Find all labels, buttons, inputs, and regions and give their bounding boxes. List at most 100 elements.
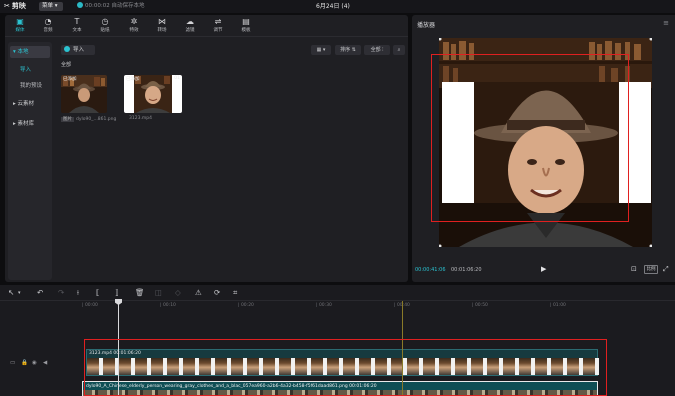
sort-button[interactable]: 排序 ⇅ bbox=[335, 45, 361, 55]
menu-button[interactable]: 菜单 ▾ bbox=[39, 2, 63, 11]
chevron-down-icon[interactable]: ▾ bbox=[18, 290, 21, 296]
filmstrip-frame bbox=[519, 358, 531, 375]
media-item-image[interactable]: 已添加 bbox=[61, 75, 107, 113]
tab-effects[interactable]: ✲ 特效 bbox=[121, 17, 147, 36]
time-ruler[interactable]: | 00:00 | 00:10 | 00:20 | 00:30 | 00:40 … bbox=[58, 301, 675, 311]
filter-icon: ☁ bbox=[186, 17, 194, 26]
ratio-button[interactable]: 比例 bbox=[644, 265, 658, 274]
tab-transition[interactable]: ⋈ 转场 bbox=[149, 17, 175, 36]
image-clip[interactable]: dylo90_A_Chinese_elderly_person_wearing_… bbox=[82, 381, 598, 396]
mirror-icon[interactable]: ⚠ bbox=[195, 288, 202, 297]
filmstrip-frame bbox=[151, 358, 163, 375]
eye-icon[interactable]: ◉ bbox=[32, 360, 37, 366]
fullscreen-icon[interactable]: ⤢ bbox=[663, 265, 669, 274]
tab-audio[interactable]: ◔ 音频 bbox=[35, 17, 61, 36]
filmstrip-frame bbox=[343, 358, 355, 375]
tab-adjust[interactable]: ⇌ 调节 bbox=[205, 17, 231, 36]
sidebar-item-local[interactable]: ▾ 本地 bbox=[10, 46, 50, 58]
track-header: ▭ 🔒 ◉ ◀ bbox=[6, 360, 56, 370]
filmstrip-frame bbox=[295, 358, 307, 375]
media-panel: ▣ 媒体 ◔ 音频 T 文本 ◷ 贴纸 ✲ 特效 ⋈ 转场 ☁ 滤镜 ⇌ 调节 ▤ 模板 ▾ 本地… bbox=[5, 15, 408, 282]
sidebar-item-presets[interactable]: 我的预设 bbox=[10, 80, 50, 92]
marker-line bbox=[402, 301, 403, 396]
lock-icon[interactable]: 🔒 bbox=[21, 360, 28, 366]
tab-media[interactable]: ▣ 媒体 bbox=[7, 17, 33, 36]
cover-icon[interactable]: ▭ bbox=[10, 360, 15, 366]
video-clip[interactable]: 3123.mp4 00:01:06:20 bbox=[86, 349, 599, 376]
clip-filmstrip bbox=[87, 358, 599, 375]
sidebar-item-import[interactable]: 导入 bbox=[10, 64, 50, 76]
select-cursor-icon[interactable]: ↖ bbox=[8, 288, 14, 297]
clip-label: dylo90_A_Chinese_elderly_person_wearing_… bbox=[86, 384, 377, 389]
preview-canvas[interactable] bbox=[438, 37, 653, 248]
filmstrip-frame bbox=[199, 358, 211, 375]
tab-sticker[interactable]: ◷ 贴纸 bbox=[92, 17, 118, 36]
tool-tabs: ▣ 媒体 ◔ 音频 T 文本 ◷ 贴纸 ✲ 特效 ⋈ 转场 ☁ 滤镜 ⇌ 调节 ▤ 模板 bbox=[5, 15, 408, 37]
sidebar-item-cloud[interactable]: ▸ 云素材 bbox=[10, 98, 50, 110]
ruler-tick: | 00:00 bbox=[82, 303, 98, 308]
delete-icon[interactable]: 🗑 bbox=[135, 288, 145, 297]
hamburger-menu-icon[interactable]: ≡ bbox=[663, 19, 669, 27]
ruler-tick: | 00:30 bbox=[316, 303, 332, 308]
added-tag: 已添加 bbox=[126, 77, 140, 82]
media-item-name: 图片 dylo90_...861.png bbox=[61, 117, 117, 122]
filmstrip-frame bbox=[167, 358, 179, 375]
capcut-logo-icon: ✂ bbox=[4, 2, 10, 10]
added-tag: 已添加 bbox=[63, 77, 77, 82]
tab-template[interactable]: ▤ 模板 bbox=[233, 17, 259, 36]
filmstrip-frame bbox=[359, 358, 371, 375]
filmstrip-frame bbox=[423, 358, 435, 375]
play-icon[interactable]: ▶ bbox=[541, 265, 546, 273]
undo-icon[interactable]: ↶ bbox=[37, 288, 43, 297]
transition-icon: ⋈ bbox=[158, 17, 166, 26]
filmstrip-frame bbox=[503, 358, 515, 375]
tab-text[interactable]: T 文本 bbox=[64, 17, 90, 36]
player-panel: 播放器 ≡ 00:00:41:06 00:01:06:20 ▶ ⊡ 比例 ⤢ bbox=[412, 15, 675, 282]
crop-icon[interactable]: ⌗ bbox=[233, 288, 237, 298]
ruler-tick: | 00:20 bbox=[238, 303, 254, 308]
app-name: 剪映 bbox=[11, 2, 26, 10]
rotate-icon[interactable]: ⟳ bbox=[214, 288, 220, 297]
playhead[interactable] bbox=[118, 299, 119, 396]
view-toggle-button[interactable]: ▦ ▾ bbox=[311, 45, 331, 55]
filter-all-button[interactable]: 全部 ⫶ bbox=[364, 45, 390, 55]
text-icon: T bbox=[74, 17, 80, 26]
import-button[interactable]: 导入 bbox=[61, 45, 95, 55]
ruler-tick: | 01:00 bbox=[550, 303, 566, 308]
filmstrip-frame bbox=[375, 358, 387, 375]
tab-filter[interactable]: ☁ 滤镜 bbox=[177, 17, 203, 36]
filmstrip-frame bbox=[215, 358, 227, 375]
plus-icon bbox=[64, 46, 70, 52]
redo-icon[interactable]: ↷ bbox=[58, 288, 64, 297]
sidebar-item-library[interactable]: ▸ 素材库 bbox=[10, 118, 50, 130]
search-icon[interactable]: ⌕ bbox=[393, 45, 405, 55]
filmstrip-frame bbox=[439, 358, 451, 375]
filmstrip-frame bbox=[407, 358, 419, 375]
filmstrip-frame bbox=[183, 358, 195, 375]
split-right-icon[interactable]: ⟧ bbox=[115, 288, 119, 297]
media-item-video[interactable]: 已添加 01 bbox=[124, 75, 182, 113]
freeze-icon[interactable]: ◫ bbox=[155, 288, 162, 297]
total-time: 00:01:06:20 bbox=[451, 267, 482, 273]
split-left-icon[interactable]: ⟦ bbox=[96, 288, 100, 297]
audio-icon[interactable]: ◀ bbox=[43, 360, 47, 366]
app-logo: ✂ 剪映 bbox=[4, 1, 26, 11]
filmstrip-gap bbox=[595, 358, 599, 375]
media-item-name: 3123.mp4 bbox=[129, 116, 152, 121]
fit-screen-icon[interactable]: ⊡ bbox=[631, 265, 637, 273]
filmstrip-frame bbox=[135, 358, 147, 375]
sticker-icon: ◷ bbox=[101, 17, 109, 26]
menu-label: 菜单 bbox=[42, 3, 54, 9]
shield-icon[interactable]: ◇ bbox=[175, 288, 181, 297]
filmstrip-frame bbox=[279, 358, 291, 375]
adjust-icon: ⇌ bbox=[214, 17, 222, 26]
sidebar: ▾ 本地 导入 我的预设 ▸ 云素材 ▸ 素材库 bbox=[8, 42, 52, 280]
project-title: 6月24日 (4) bbox=[316, 3, 350, 10]
app-window: ✂ 剪映 菜单 ▾ 00:00:02 自动保存本地 6月24日 (4) ▣ 媒体 ◔… bbox=[0, 0, 675, 396]
split-icon[interactable]: ⟊ bbox=[77, 288, 79, 298]
ruler-tick: | 00:50 bbox=[472, 303, 488, 308]
effects-icon: ✲ bbox=[130, 17, 138, 26]
image-type-badge: 图片 bbox=[61, 117, 74, 122]
autosave-status: 00:00:02 自动保存本地 bbox=[77, 2, 144, 11]
timeline-panel: ↖ ▾ ↶ ↷ ⟊ ⟦ ⟧ 🗑 ◫ ◇ ⚠ ⟳ ⌗ | 00:00 | 00:1… bbox=[0, 285, 675, 396]
